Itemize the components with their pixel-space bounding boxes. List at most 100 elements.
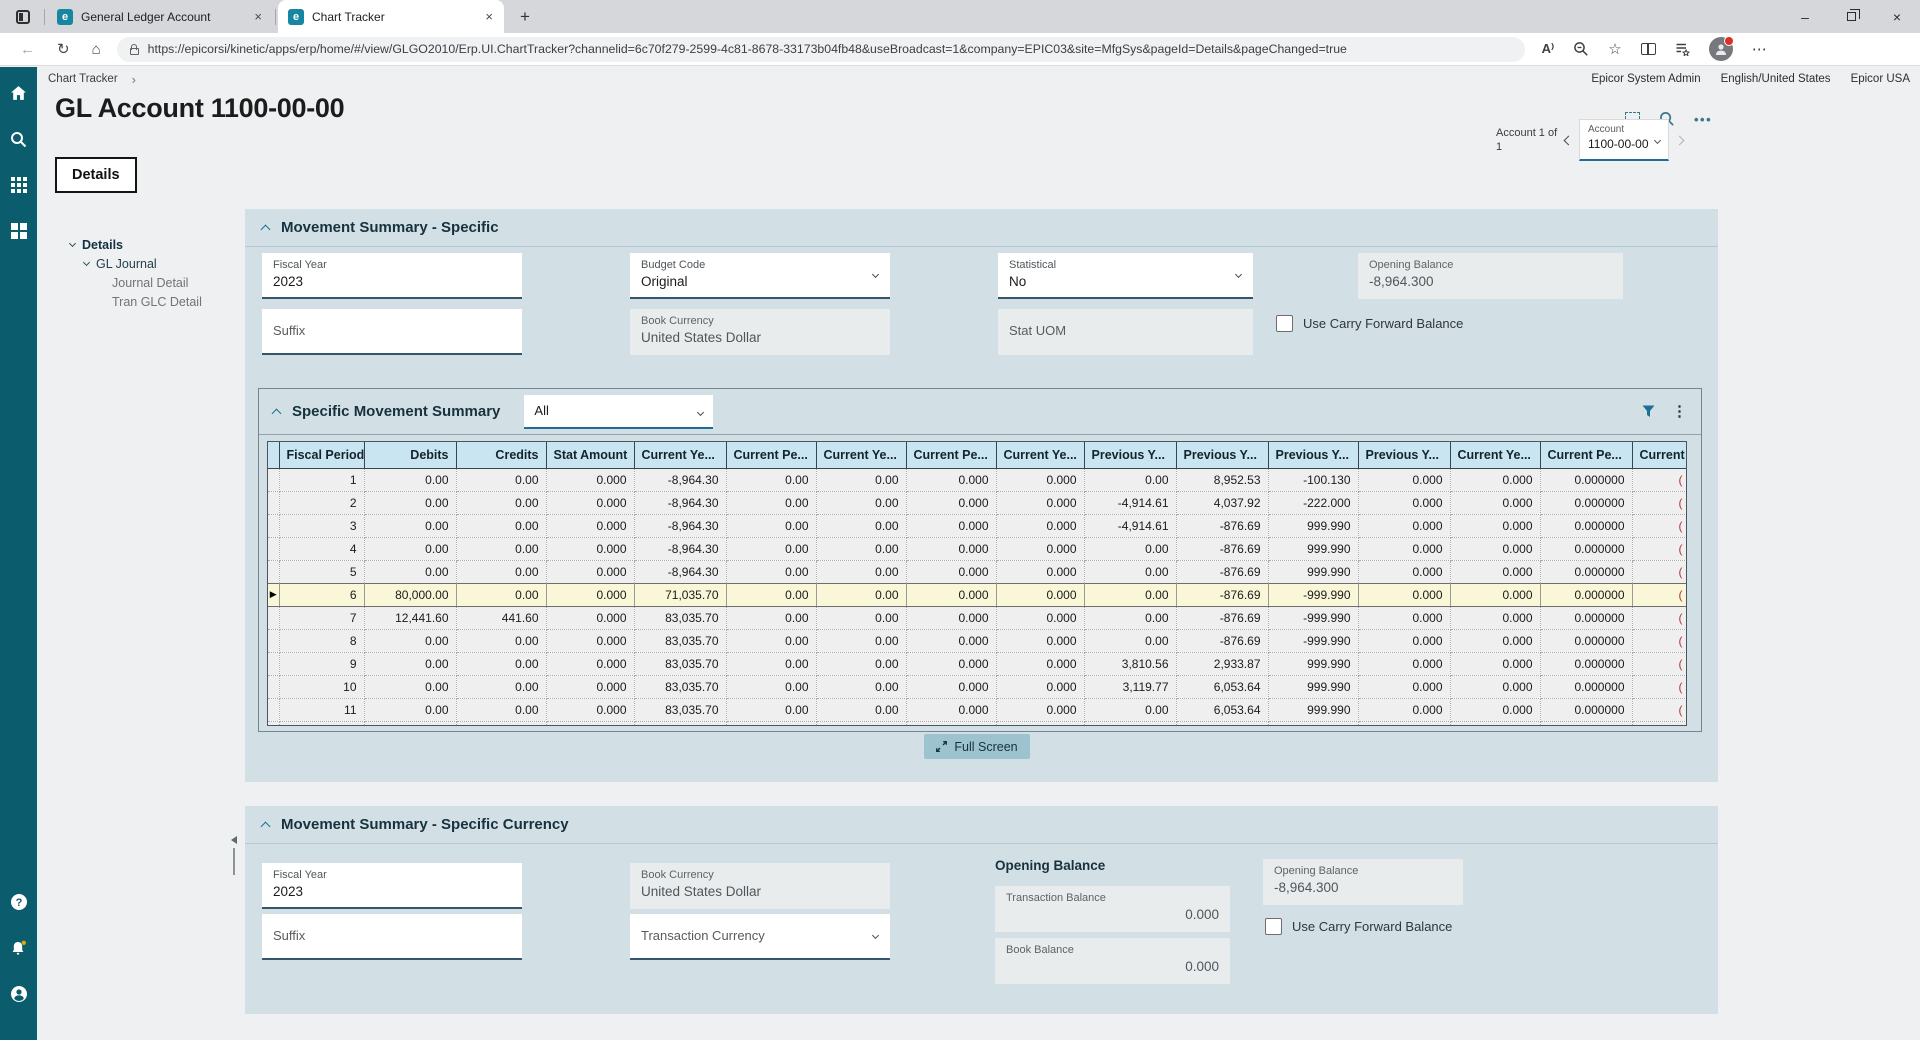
grid-cell[interactable]: 999.990 bbox=[1268, 721, 1358, 726]
zoom-icon[interactable] bbox=[1573, 41, 1589, 57]
grid-row[interactable]: 712,441.60441.600.00083,035.700.000.000.… bbox=[268, 606, 1686, 629]
summary-filter-dropdown[interactable]: All bbox=[524, 395, 713, 429]
grid-cell[interactable]: -8,964.30 bbox=[634, 491, 726, 514]
tree-item-journal-detail[interactable]: Journal Detail bbox=[70, 273, 202, 292]
budget-code-dropdown[interactable]: Budget Code Original bbox=[630, 253, 890, 299]
grid-cell[interactable]: 0.000000 bbox=[1540, 698, 1632, 721]
grid-cell[interactable]: 0.000 bbox=[546, 537, 634, 560]
grid-cell[interactable]: 0.000 bbox=[996, 583, 1084, 606]
grid-cell[interactable]: 6,053.64 bbox=[1176, 721, 1268, 726]
section-header[interactable]: Movement Summary - Specific bbox=[245, 209, 1718, 247]
tree-item-details[interactable]: Details bbox=[70, 235, 202, 254]
grid-cell[interactable]: 0.00 bbox=[726, 675, 816, 698]
help-icon[interactable]: ? bbox=[7, 890, 31, 914]
grid-cell[interactable]: 0.00 bbox=[364, 652, 456, 675]
grid-cell[interactable]: 0.000 bbox=[1450, 675, 1540, 698]
grid-cell[interactable]: 0.00 bbox=[1084, 537, 1176, 560]
grid-cell[interactable]: 0.000 bbox=[1358, 560, 1450, 583]
grid-cell[interactable]: 0.00 bbox=[364, 514, 456, 537]
grid-cell[interactable]: 12 bbox=[279, 721, 364, 726]
tab-close-icon[interactable]: × bbox=[482, 9, 496, 24]
grid-cell[interactable]: ( bbox=[1632, 560, 1686, 583]
grid-cell[interactable]: 0.000 bbox=[546, 491, 634, 514]
home-icon[interactable] bbox=[7, 81, 31, 105]
grid-cell[interactable] bbox=[268, 698, 279, 721]
grid-cell[interactable]: 0.000 bbox=[906, 468, 996, 491]
grid-cell[interactable]: 0.00 bbox=[816, 629, 906, 652]
grid-cell[interactable]: -4,914.61 bbox=[1084, 514, 1176, 537]
tree-expand-icon[interactable] bbox=[83, 258, 90, 265]
grid-cell[interactable]: 11 bbox=[279, 698, 364, 721]
split-screen-icon[interactable] bbox=[1641, 43, 1656, 55]
search-icon[interactable] bbox=[7, 127, 31, 151]
grid-cell[interactable]: 2 bbox=[279, 491, 364, 514]
grid-cell[interactable]: 0.00 bbox=[364, 698, 456, 721]
grid-cell[interactable]: 0.00 bbox=[816, 606, 906, 629]
grid-row[interactable]: 100.000.000.00083,035.700.000.000.0000.0… bbox=[268, 675, 1686, 698]
grid-cell[interactable]: 83,035.70 bbox=[634, 629, 726, 652]
grid-cell[interactable]: 0.000 bbox=[1358, 468, 1450, 491]
grid-cell[interactable]: 8 bbox=[279, 629, 364, 652]
read-aloud-icon[interactable]: A⁾ bbox=[1542, 41, 1555, 57]
grid-column-header[interactable]: Current Pe... bbox=[906, 442, 996, 468]
grid-cell[interactable]: 0.000 bbox=[996, 698, 1084, 721]
grid-cell[interactable]: 0.000 bbox=[1358, 721, 1450, 726]
use-carry-forward-checkbox[interactable] bbox=[1265, 918, 1282, 935]
grid-cell[interactable]: 441.60 bbox=[456, 606, 546, 629]
tab-close-icon[interactable]: × bbox=[251, 9, 265, 24]
grid-cell[interactable]: 83,035.70 bbox=[634, 698, 726, 721]
grid-cell[interactable]: 4 bbox=[279, 537, 364, 560]
grid-cell[interactable]: 0.00 bbox=[1084, 583, 1176, 606]
grid-cell[interactable]: 0.000 bbox=[1450, 698, 1540, 721]
current-company[interactable]: Epicor USA bbox=[1851, 73, 1910, 85]
grid-column-header[interactable]: Debits bbox=[364, 442, 456, 468]
tree-expand-icon[interactable] bbox=[69, 239, 76, 246]
currency-fiscal-year-field[interactable]: Fiscal Year 2023 bbox=[262, 863, 522, 909]
transaction-currency-dropdown[interactable]: Transaction Currency bbox=[630, 914, 890, 960]
restore-button[interactable] bbox=[1828, 0, 1874, 33]
grid-cell[interactable]: 0.00 bbox=[816, 537, 906, 560]
grid-cell[interactable]: 0.00 bbox=[726, 606, 816, 629]
grid-cell[interactable]: 0.00 bbox=[456, 491, 546, 514]
grid-cell[interactable]: 8,952.53 bbox=[1176, 468, 1268, 491]
grid-cell[interactable]: 0.000 bbox=[906, 537, 996, 560]
next-account-icon[interactable] bbox=[1675, 135, 1685, 145]
grid-cell[interactable]: 0.00 bbox=[816, 652, 906, 675]
grid-cell[interactable]: 0.00 bbox=[726, 698, 816, 721]
grid-cell[interactable]: 0.000 bbox=[546, 583, 634, 606]
grid-cell[interactable]: 0.00 bbox=[1084, 698, 1176, 721]
apps-grid-icon[interactable] bbox=[7, 173, 31, 197]
grid-column-header[interactable]: Fiscal Period bbox=[279, 442, 364, 468]
grid-cell[interactable]: 0.000 bbox=[1358, 652, 1450, 675]
grid-cell[interactable]: -876.69 bbox=[1176, 537, 1268, 560]
grid-cell[interactable]: 0.000 bbox=[906, 675, 996, 698]
grid-cell[interactable]: 0.000 bbox=[546, 629, 634, 652]
grid-cell[interactable]: 0.00 bbox=[456, 721, 546, 726]
grid-cell[interactable]: 3,810.56 bbox=[1084, 652, 1176, 675]
grid-cell[interactable] bbox=[268, 468, 279, 491]
grid-cell[interactable]: 0.000 bbox=[546, 514, 634, 537]
grid-column-header[interactable]: Current Y bbox=[1632, 442, 1686, 468]
grid-cell[interactable]: 0.00 bbox=[1084, 629, 1176, 652]
grid-cell[interactable]: 0.000 bbox=[1450, 468, 1540, 491]
grid-column-header[interactable]: Current Ye... bbox=[816, 442, 906, 468]
grid-cell[interactable]: 0.000 bbox=[906, 514, 996, 537]
grid-row[interactable]: 10.000.000.000-8,964.300.000.000.0000.00… bbox=[268, 468, 1686, 491]
grid-cell[interactable]: ( bbox=[1632, 537, 1686, 560]
grid-cell[interactable]: 0.000000 bbox=[1540, 629, 1632, 652]
browser-home-button[interactable]: ⌂ bbox=[92, 42, 101, 57]
grid-row[interactable]: 40.000.000.000-8,964.300.000.000.0000.00… bbox=[268, 537, 1686, 560]
grid-column-header[interactable]: Stat Amount bbox=[546, 442, 634, 468]
grid-cell[interactable]: 9 bbox=[279, 652, 364, 675]
favorite-star-icon[interactable]: ☆ bbox=[1608, 40, 1621, 58]
grid-cell[interactable]: 0.000000 bbox=[1540, 560, 1632, 583]
grid-cell[interactable]: 0.000 bbox=[546, 560, 634, 583]
grid-cell[interactable]: 999.990 bbox=[1268, 560, 1358, 583]
grid-cell[interactable]: 83,035.70 bbox=[634, 675, 726, 698]
suffix-field[interactable]: Suffix bbox=[262, 309, 522, 355]
grid-cell[interactable]: 0.000000 bbox=[1540, 468, 1632, 491]
grid-cell[interactable]: 0.000 bbox=[996, 560, 1084, 583]
grid-cell[interactable]: 0.00 bbox=[456, 675, 546, 698]
grid-cell[interactable] bbox=[268, 675, 279, 698]
grid-cell[interactable]: -222.000 bbox=[1268, 491, 1358, 514]
